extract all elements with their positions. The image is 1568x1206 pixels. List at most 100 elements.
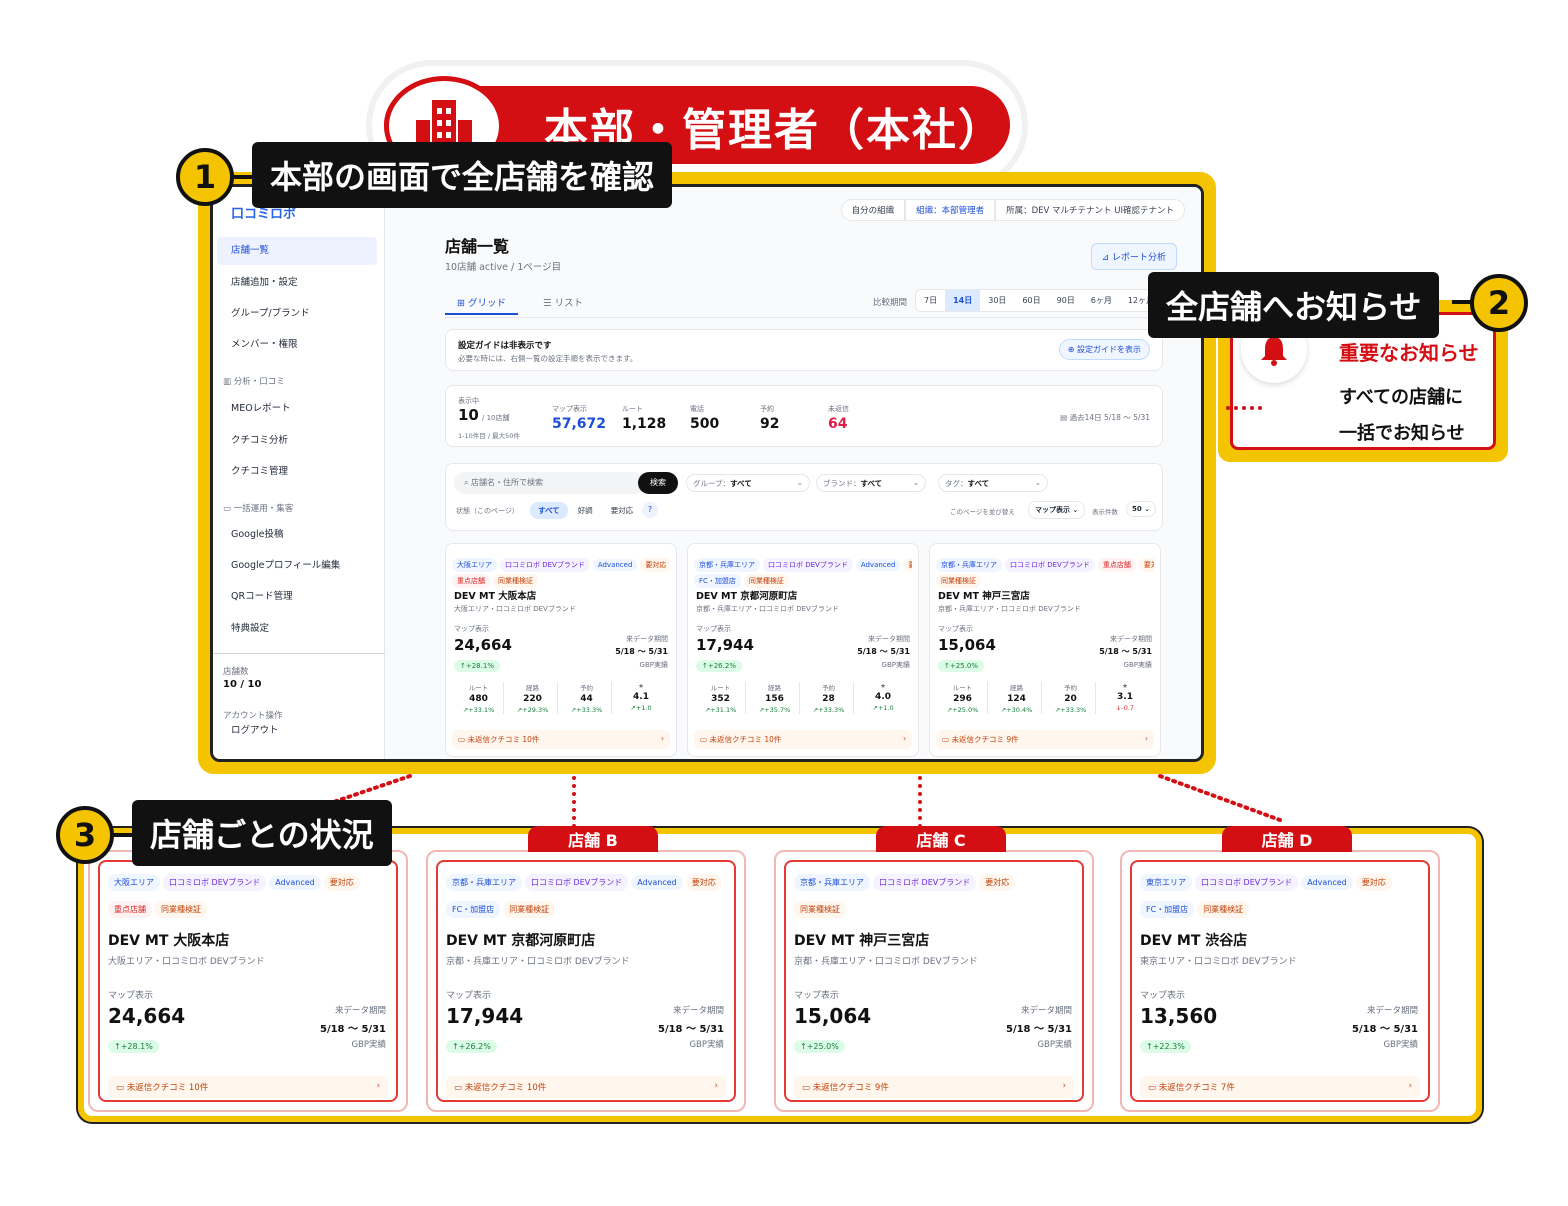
tag-chip: 京都・兵庫エリア	[446, 874, 522, 891]
group-select[interactable]: グループ：すべて ⌄	[686, 474, 810, 492]
context-chips: 自分の組織 組織：本部管理者 所属：DEV マルチテナント UI確認テナント	[840, 199, 1185, 221]
sidebar-item-groups[interactable]: グループ/ブランド	[217, 300, 377, 328]
tab-list[interactable]: ☰ リスト	[535, 291, 591, 313]
period-label: 来データ期間	[1110, 635, 1152, 643]
chat-icon: ▭	[223, 504, 234, 514]
tag-row: FC・加盟店 同業種検証	[1140, 897, 1420, 918]
unreplied-review-link[interactable]: ▭ 未返信クチコミ 7件 ›	[1140, 1076, 1420, 1098]
metric-value: 4.1	[633, 692, 649, 702]
period-option[interactable]: 7日	[916, 290, 945, 311]
guide-title: 設定ガイドは非表示です	[458, 341, 552, 351]
unreplied-review-text: ▭ 未返信クチコミ 10件	[458, 735, 540, 744]
tab-divider	[445, 317, 1201, 318]
sidebar-item-review-analysis[interactable]: クチコミ分析	[217, 427, 377, 455]
sort-select[interactable]: マップ表示 ⌄	[1028, 501, 1086, 519]
metric-cell: 予約 44 ↗+33.3%	[562, 682, 612, 714]
gbp-label: GBP実績	[1037, 1040, 1072, 1050]
sidebar-section-analysis: ▥ 分析・口コミ	[223, 377, 285, 387]
period-option[interactable]: 6ヶ月	[1083, 290, 1120, 311]
chevron-right-icon: ›	[903, 734, 906, 743]
period-option[interactable]: 60日	[1014, 290, 1048, 311]
sidebar-item-google-profile[interactable]: Googleプロフィール編集	[217, 552, 377, 580]
sidebar-item-qr[interactable]: QRコード管理	[217, 583, 377, 611]
status-option[interactable]: すべて	[530, 502, 568, 519]
unreplied-review-link[interactable]: ▭ 未返信クチコミ 10件 ›	[694, 730, 912, 749]
period-label: 来データ期間	[672, 1006, 724, 1016]
tenant-chip[interactable]: 所属：DEV マルチテナント UI確認テナント	[995, 199, 1185, 221]
store-count-label: 店舗数	[223, 667, 249, 677]
unreplied-label: 未返信	[828, 405, 849, 413]
growth-badge-wrap: ↑+26.2%	[446, 1034, 497, 1053]
growth-badge: ↑+26.2%	[446, 1040, 497, 1053]
logout-button[interactable]: ログアウト	[217, 717, 377, 745]
status-label: 状態（このページ）	[456, 507, 519, 515]
growth-badge: ↑+25.0%	[794, 1040, 845, 1053]
metric-value: 480	[469, 694, 488, 704]
sidebar-divider	[213, 653, 385, 654]
store-card[interactable]: 大阪エリア 口コミロボ DEVブランド Advanced 要対応 重点店舗 同業種検証 DE…	[445, 543, 677, 757]
sidebar-item-store-list[interactable]: 店舗一覧	[217, 237, 377, 265]
tag-chip: 同業種検証	[493, 574, 538, 588]
tag-select[interactable]: タグ：すべて ⌄	[938, 474, 1048, 492]
help-icon[interactable]: ?	[642, 502, 658, 518]
status-filter: すべて 好調 要対応	[530, 502, 641, 519]
period-option[interactable]: 90日	[1049, 290, 1083, 311]
unreplied-review-link[interactable]: ▭ 未返信クチコミ 10件 ›	[108, 1076, 388, 1098]
notice-line-2: 一括でお知らせ	[1339, 423, 1465, 444]
role-chip[interactable]: 組織：本部管理者	[905, 199, 996, 221]
metric-cell: 経路 156 ↗+35.7%	[750, 682, 800, 714]
period-value: 5/18 ～ 5/31	[615, 647, 668, 656]
status-option[interactable]: 要対応	[603, 502, 642, 519]
tag-chip: 要対応	[1355, 874, 1392, 891]
chevron-right-icon: ›	[661, 734, 664, 743]
status-option[interactable]: 好調	[570, 502, 601, 519]
brand-select[interactable]: ブランド：すべて ⌄	[816, 474, 926, 492]
unreplied-review-link[interactable]: ▭ 未返信クチコミ 9件 ›	[794, 1076, 1074, 1098]
map-value: 13,560	[1140, 1004, 1218, 1028]
store-detail-card[interactable]: 店舗 D 東京エリア 口コミロボ DEVブランド Advanced 要対応 FC・加盟店同…	[1120, 826, 1440, 1112]
show-guide-button[interactable]: ⊕ 設定ガイドを表示	[1058, 339, 1150, 360]
metric-cell: 経路 124 ↗+30.4%	[992, 682, 1042, 714]
tag-chip: Advanced	[1301, 875, 1353, 890]
chevron-down-icon: ⌄	[912, 478, 919, 487]
period-label: 来データ期間	[868, 635, 910, 643]
sidebar-item-members[interactable]: メンバー・権限	[217, 331, 377, 359]
per-page-select[interactable]: 50 ⌄	[1126, 501, 1157, 517]
tag-chip: 口コミロボ DEVブランド	[163, 874, 267, 891]
tab-grid[interactable]: ⊞ グリッド	[445, 291, 518, 315]
main-content: 自分の組織 組織：本部管理者 所属：DEV マルチテナント UI確認テナント 店…	[385, 187, 1201, 759]
report-button[interactable]: ⊿ レポート分析	[1090, 243, 1177, 270]
store-detail-card[interactable]: 店舗 B 京都・兵庫エリア 口コミロボ DEVブランド Advanced 要対応 FC・加…	[426, 826, 746, 1112]
sidebar-item-store-settings[interactable]: 店舗追加・設定	[217, 269, 377, 297]
metric-label: 経路	[1010, 684, 1023, 692]
metric-delta: ↗+33.3%	[570, 706, 603, 714]
unreplied-review-link[interactable]: ▭ 未返信クチコミ 10件 ›	[446, 1076, 726, 1098]
period-option[interactable]: 30日	[980, 290, 1014, 311]
tag-chip: Advanced	[631, 875, 683, 890]
map-value: 15,064	[794, 1004, 872, 1028]
store-tab-label: 店舗 B	[528, 826, 658, 852]
display-unit: / 10店舗	[482, 414, 510, 422]
tag-rows: 大阪エリア 口コミロボ DEVブランド Advanced 要対応 重点店舗 同業種検証	[108, 870, 388, 918]
store-detail-card[interactable]: 店舗 A大阪エリア口コミロボ DEVブランドAdvanced要対応重点店舗同業種…	[88, 850, 408, 1112]
sidebar-item-google-post[interactable]: Google投稿	[217, 521, 377, 549]
metric-delta: ↗+29.3%	[516, 706, 549, 714]
store-card[interactable]: 京都・兵庫エリア口コミロボ DEVブランド重点店舗要対応同業種検証DEV MT …	[929, 543, 1161, 757]
org-chip[interactable]: 自分の組織	[840, 199, 906, 221]
store-detail-inner: 大阪エリア 口コミロボ DEVブランド Advanced 要対応 重点店舗 同業種検証 DE…	[98, 860, 398, 1102]
search-input[interactable]: ⌕ 店舗名・住所で検索	[454, 472, 646, 494]
sidebar-item-perks[interactable]: 特典設定	[217, 615, 377, 643]
sidebar-item-meo-report[interactable]: MEOレポート	[217, 395, 377, 423]
store-card[interactable]: 京都・兵庫エリア口コミロボ DEVブランドAdvanced要対応FC・加盟店同業…	[687, 543, 919, 757]
store-detail-card[interactable]: 店舗 C 京都・兵庫エリア 口コミロボ DEVブランド 要対応 同業種検証 DEV MT …	[774, 826, 1094, 1112]
metric-label: 予約	[1064, 684, 1077, 692]
period-option[interactable]: 14日	[945, 290, 981, 311]
metric-delta: ↗+1.0	[872, 704, 894, 712]
tag-chip: 同業種検証	[794, 901, 846, 918]
sidebar-item-review-manage[interactable]: クチコミ管理	[217, 458, 377, 486]
growth-badge-wrap: ↑+28.1%	[108, 1034, 159, 1053]
unreplied-review-text: ▭ 未返信クチコミ 9件	[942, 735, 1019, 744]
search-button[interactable]: 検索	[638, 472, 678, 494]
unreplied-review-link[interactable]: ▭ 未返信クチコミ 10件 ›	[452, 730, 670, 749]
unreplied-review-link[interactable]: ▭ 未返信クチコミ 9件 ›	[936, 730, 1154, 749]
